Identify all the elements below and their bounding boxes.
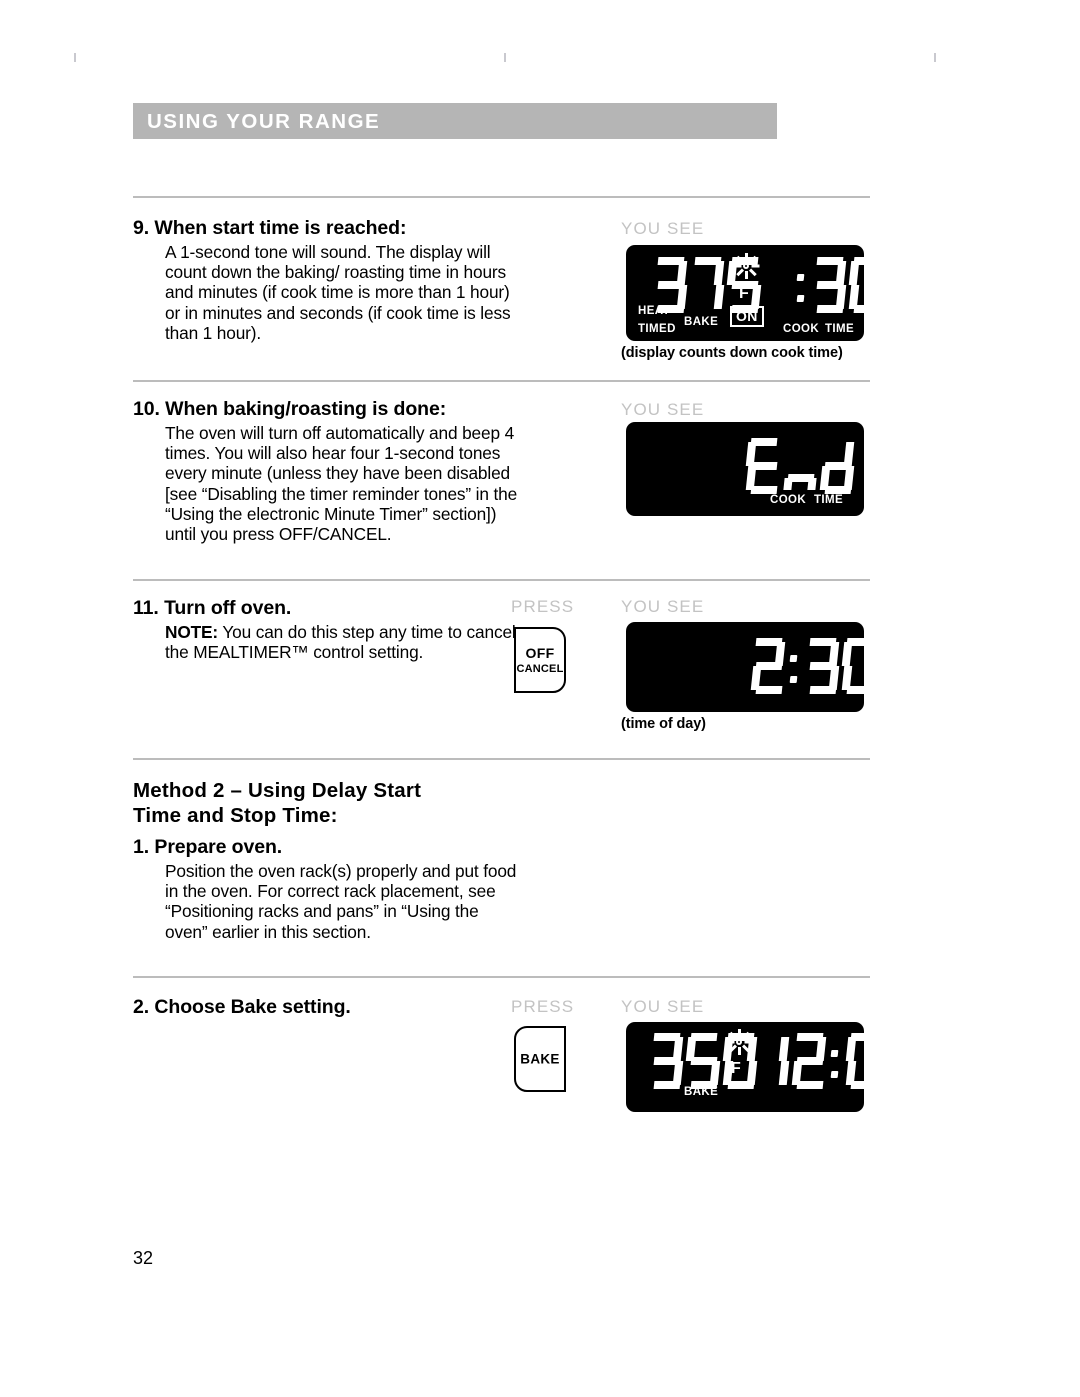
display-30-digits bbox=[794, 257, 885, 313]
indicator-heat: HEAT bbox=[638, 305, 671, 317]
document-page: USING YOUR RANGE 9. When start time is r… bbox=[0, 0, 1080, 1397]
seg-letter-E bbox=[745, 438, 779, 494]
step-9-body: A 1-second tone will sound. The display … bbox=[165, 242, 511, 343]
off-cancel-button-inner: OFF CANCEL bbox=[516, 645, 564, 675]
seg-digit-0 bbox=[848, 257, 884, 313]
step-11: 11. Turn off oven. NOTE: You can do this… bbox=[133, 597, 523, 662]
method-2-heading: Method 2 – Using Delay Start Time and St… bbox=[133, 778, 533, 828]
step-10-you-see-label: YOU SEE bbox=[621, 400, 705, 419]
step-11-note-label: NOTE: bbox=[165, 622, 219, 642]
divider-rule-1 bbox=[133, 196, 870, 198]
seg-digit-0e bbox=[882, 1033, 918, 1089]
indicator-on: ON bbox=[730, 306, 764, 327]
method-2-step-2-press-label: PRESS bbox=[511, 997, 575, 1016]
step-9-you-see-label: YOU SEE bbox=[621, 219, 705, 238]
page-number: 32 bbox=[133, 1248, 154, 1268]
step-11-body-wrap: NOTE: You can do this step any time to c… bbox=[133, 622, 523, 662]
divider-rule-4 bbox=[133, 758, 870, 760]
section-header-title: USING YOUR RANGE bbox=[147, 110, 381, 133]
seg-letter-n bbox=[782, 438, 817, 494]
seg-digit-7 bbox=[689, 257, 725, 313]
sunburst-icon-2 bbox=[724, 1027, 754, 1057]
display-230-digits bbox=[750, 638, 878, 694]
off-cancel-top-label: OFF bbox=[525, 645, 555, 661]
method-2-step-2-heading-text: Choose Bake setting. bbox=[154, 996, 351, 1018]
step-9: 9. When start time is reached: A 1-secon… bbox=[133, 217, 523, 343]
seg-digit-3c bbox=[804, 638, 840, 694]
indicator-cook: COOK bbox=[783, 323, 820, 335]
seg-digit-3b bbox=[811, 257, 847, 313]
sunburst-icon bbox=[731, 251, 761, 281]
step-9-number: 9. bbox=[133, 217, 150, 239]
bake-button[interactable]: BAKE bbox=[514, 1026, 566, 1092]
off-cancel-button[interactable]: OFF CANCEL bbox=[514, 627, 566, 693]
display-end-word bbox=[745, 438, 856, 494]
registration-tick-center bbox=[504, 53, 506, 62]
step-11-heading: 11. Turn off oven. bbox=[133, 597, 523, 620]
seg-letter-d bbox=[819, 438, 855, 494]
divider-rule-3 bbox=[133, 579, 870, 581]
method-2-step-2: 2. Choose Bake setting. bbox=[133, 996, 523, 1021]
seg-digit-2 bbox=[750, 638, 786, 694]
method-2-step-1-number: 1. bbox=[133, 836, 150, 858]
step-10-number: 10. bbox=[133, 398, 160, 420]
seg-digit-5b bbox=[685, 1033, 721, 1089]
step-11-press-label: PRESS bbox=[511, 597, 575, 616]
step-11-heading-text: Turn off oven. bbox=[164, 597, 292, 619]
bake-button-inner: BAKE bbox=[516, 1052, 564, 1067]
method-2-heading-line2: Time and Stop Time: bbox=[133, 804, 338, 827]
indicator-timed: TIMED bbox=[638, 323, 676, 335]
display-350-1200: F BAKE bbox=[626, 1022, 918, 1112]
method-2-heading-line1: Method 2 – Using Delay Start bbox=[133, 779, 422, 802]
step-10-body: The oven will turn off automatically and… bbox=[165, 423, 518, 545]
off-cancel-bottom-label: CANCEL bbox=[516, 663, 564, 675]
divider-rule-2 bbox=[133, 380, 870, 382]
display-350-unit: F bbox=[731, 1060, 741, 1077]
step-9-heading: 9. When start time is reached: bbox=[133, 217, 523, 240]
display-time-of-day-caption: (time of day) bbox=[621, 716, 706, 732]
section-header-band: USING YOUR RANGE bbox=[133, 103, 777, 139]
seg-digit-0b bbox=[841, 638, 877, 694]
seg-colon bbox=[794, 257, 808, 313]
method-2-step-2-you-see-label: YOU SEE bbox=[621, 997, 705, 1016]
step-10-heading: 10. When baking/roasting is done: bbox=[133, 398, 523, 421]
display-375-caption: (display counts down cook time) bbox=[621, 345, 843, 361]
indicator-bake-2: BAKE bbox=[684, 1086, 719, 1098]
display-time-of-day bbox=[626, 622, 877, 712]
method-2-step-1: 1. Prepare oven. Position the oven rack(… bbox=[133, 836, 523, 942]
indicator-time-2: TIME bbox=[814, 494, 844, 506]
method-2-step-1-body: Position the oven rack(s) properly and p… bbox=[165, 861, 517, 942]
step-11-you-see-label: YOU SEE bbox=[621, 597, 705, 616]
indicator-bake: BAKE bbox=[684, 316, 719, 328]
display-375-unit: F bbox=[739, 285, 749, 302]
method-2-step-1-heading-text: Prepare oven. bbox=[154, 836, 283, 858]
method-2-step-1-heading: 1. Prepare oven. bbox=[133, 836, 523, 859]
display-end: COOK TIME bbox=[626, 422, 864, 516]
step-10-heading-text: When baking/roasting is done: bbox=[165, 398, 447, 420]
seg-digit-1 bbox=[754, 1033, 790, 1089]
seg-digit-2b bbox=[791, 1033, 827, 1089]
display-375-30: F HEAT TIMED BAKE ON COOK TIME bbox=[626, 245, 884, 341]
seg-digit-0d bbox=[845, 1033, 881, 1089]
method-2-step-2-heading: 2. Choose Bake setting. bbox=[133, 996, 523, 1019]
divider-rule-5 bbox=[133, 976, 870, 978]
seg-colon-2 bbox=[787, 638, 801, 694]
seg-colon-3 bbox=[828, 1033, 842, 1089]
indicator-time: TIME bbox=[825, 323, 855, 335]
step-10: 10. When baking/roasting is done: The ov… bbox=[133, 398, 523, 544]
indicator-cook-2: COOK bbox=[770, 494, 807, 506]
step-11-body: You can do this step any time to cancel … bbox=[165, 622, 516, 663]
bake-button-label: BAKE bbox=[520, 1051, 560, 1067]
display-1200-digits bbox=[754, 1033, 919, 1089]
registration-tick-right bbox=[934, 53, 936, 62]
method-2-step-2-number: 2. bbox=[133, 996, 150, 1018]
registration-tick-left bbox=[74, 53, 76, 62]
step-9-heading-text: When start time is reached: bbox=[154, 217, 407, 239]
step-11-number: 11. bbox=[133, 597, 159, 619]
seg-digit-3d bbox=[648, 1033, 684, 1089]
